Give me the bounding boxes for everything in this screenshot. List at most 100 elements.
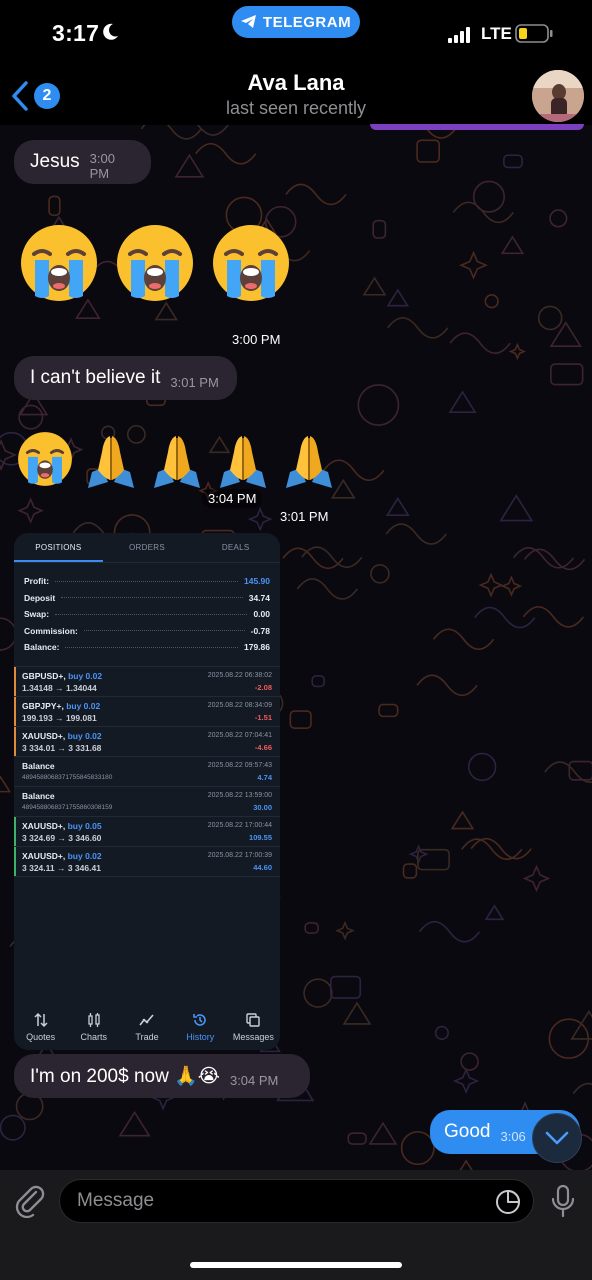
deal-prices: 1.34148 → 1.34044 xyxy=(22,682,97,693)
attach-icon[interactable] xyxy=(12,1182,48,1218)
deal-date: 2025.08.22 08:34:09 xyxy=(207,702,272,709)
trading-tabs: POSITIONS ORDERS DEALS xyxy=(14,533,280,563)
summary-label: Commission: xyxy=(24,625,78,636)
summary-row: Commission: -0.78 xyxy=(24,623,270,640)
deal-symbol: GBPJPY+, buy 0.02 xyxy=(22,700,101,711)
folded-hands-icon xyxy=(220,436,266,488)
deal-row: XAUUSD+, buy 0.02 2025.08.22 17:00:39 3 32… xyxy=(14,846,280,877)
nav-label: Messages xyxy=(232,1032,274,1042)
loudly-crying-face-icon xyxy=(213,225,289,301)
deal-amount: 4.74 xyxy=(257,772,272,782)
account-summary: Profit: 145.90 Deposit 34.74 Swap: 0.00 Commis… xyxy=(14,563,280,662)
deal-status-edge xyxy=(14,726,16,756)
summary-value: 145.90 xyxy=(244,576,270,587)
deal-row: Balance 2025.08.22 09:57:43 4894588068371… xyxy=(14,757,280,787)
dotted-leader xyxy=(83,630,245,632)
deals-list: GBPUSD+, buy 0.02 2025.08.22 06:38:02 1.34… xyxy=(14,665,280,877)
deal-date: 2025.08.22 07:04:41 xyxy=(207,732,272,739)
summary-value: 34.74 xyxy=(248,592,270,603)
summary-row: Swap: 0.00 xyxy=(24,606,270,623)
network-label: LTE xyxy=(481,24,512,43)
nav-label: Charts xyxy=(80,1032,108,1042)
message-bubble: I can't believe it 3:01 PM xyxy=(14,356,237,400)
deal-amount: 30.00 xyxy=(253,802,272,812)
message-time: 3:01 PM xyxy=(170,374,219,390)
deal-prices: 4894588068371755860308159 xyxy=(22,803,113,811)
summary-label: Swap: xyxy=(24,609,50,620)
summary-value: 179.86 xyxy=(244,642,270,653)
image-time: 3:04 PM xyxy=(202,489,263,508)
message-input[interactable] xyxy=(77,1190,477,1212)
summary-label: Balance: xyxy=(24,642,60,653)
status-bar: 3:17 TELEGRAM LTE xyxy=(0,0,592,60)
quotes-icon xyxy=(34,1012,48,1028)
message-time: 3:06 xyxy=(500,1128,526,1144)
home-indicator xyxy=(190,1262,402,1268)
scroll-to-bottom-button[interactable] xyxy=(532,1113,582,1163)
loudly-crying-face-icon xyxy=(117,225,193,301)
deal-symbol: XAUUSD+, buy 0.05 xyxy=(22,820,102,831)
deal-status-edge xyxy=(14,846,16,876)
message-incoming[interactable]: I can't believe it 3:01 PM xyxy=(14,356,237,400)
deal-symbol: Balance xyxy=(22,760,55,771)
messages-icon xyxy=(246,1013,261,1027)
moon-icon xyxy=(103,23,118,40)
message-text: Good xyxy=(444,1121,491,1142)
microphone-icon[interactable] xyxy=(549,1184,577,1218)
deal-prices: 4894588068371755845833180 xyxy=(22,773,113,781)
emoji-message[interactable] xyxy=(18,222,292,304)
message-time: 3:01 PM xyxy=(280,509,329,524)
message-incoming[interactable]: Jesus 3:00 PM xyxy=(14,140,151,184)
sticker-icon[interactable] xyxy=(495,1189,521,1215)
history-icon xyxy=(193,1014,206,1026)
emoji-message[interactable] xyxy=(16,430,338,488)
summary-row: Profit: 145.90 xyxy=(24,573,270,590)
trading-bottom-nav: Quotes Charts Trade History Messages xyxy=(14,1006,280,1050)
deal-prices: 3 334.01 → 3 331.68 xyxy=(22,742,102,753)
deal-prices: 3 324.69 → 3 346.60 xyxy=(22,832,102,843)
chat-header: 2 Ava Lana last seen recently xyxy=(0,60,592,126)
avatar[interactable] xyxy=(532,70,584,122)
deal-row: Balance 2025.08.22 13:59:00 4894588068371… xyxy=(14,787,280,817)
image-message[interactable]: POSITIONS ORDERS DEALS Profit: 145.90 Depo… xyxy=(14,533,280,1050)
dotted-leader xyxy=(65,646,238,648)
summary-value: 0.00 xyxy=(253,609,270,620)
contact-name[interactable]: Ava Lana xyxy=(0,70,592,96)
message-bubble: Jesus 3:00 PM xyxy=(14,140,151,184)
message-text: I can't believe it xyxy=(30,367,161,388)
nav-messages: Messages xyxy=(227,1006,280,1050)
tab-orders: ORDERS xyxy=(128,543,166,552)
deal-prices: 199.193 → 199.081 xyxy=(22,712,97,723)
deal-row: XAUUSD+, buy 0.05 2025.08.22 17:00:44 3 32… xyxy=(14,816,280,847)
message-text: I'm on 200$ now 🙏😭 xyxy=(30,1066,220,1087)
deal-status-edge xyxy=(14,816,16,846)
message-text: Jesus xyxy=(30,151,80,172)
tab-deals: DEALS xyxy=(221,543,250,552)
deal-date: 2025.08.22 17:00:44 xyxy=(207,822,272,829)
deal-amount: -1.51 xyxy=(254,713,272,722)
paper-plane-icon xyxy=(240,15,256,28)
summary-value: -0.78 xyxy=(250,625,270,636)
dotted-leader xyxy=(55,580,238,582)
nav-quotes: Quotes xyxy=(14,1006,67,1050)
deal-row: GBPUSD+, buy 0.02 2025.08.22 06:38:02 1.34… xyxy=(14,666,280,697)
loudly-crying-face-icon xyxy=(18,432,72,486)
charts-icon xyxy=(88,1013,100,1027)
deal-symbol: XAUUSD+, buy 0.02 xyxy=(22,730,102,741)
signal-icon xyxy=(448,27,470,43)
dotted-leader xyxy=(55,613,248,615)
tab-positions: POSITIONS xyxy=(14,533,103,562)
deal-status-edge xyxy=(14,666,16,696)
nav-history: History xyxy=(174,1006,227,1050)
nav-charts: Charts xyxy=(67,1006,120,1050)
deal-amount: 44.60 xyxy=(253,863,272,872)
deal-status-edge xyxy=(14,696,16,726)
deal-date: 2025.08.22 09:57:43 xyxy=(207,762,272,769)
message-incoming[interactable]: I'm on 200$ now 🙏😭 3:04 PM xyxy=(14,1054,310,1098)
trade-icon xyxy=(139,1014,154,1026)
summary-label: Profit: xyxy=(24,576,50,587)
deal-amount: -2.08 xyxy=(254,683,272,692)
message-time: 3:00 PM xyxy=(232,332,281,347)
telegram-pill[interactable]: TELEGRAM xyxy=(232,6,360,38)
deal-amount: -4.66 xyxy=(254,743,272,752)
